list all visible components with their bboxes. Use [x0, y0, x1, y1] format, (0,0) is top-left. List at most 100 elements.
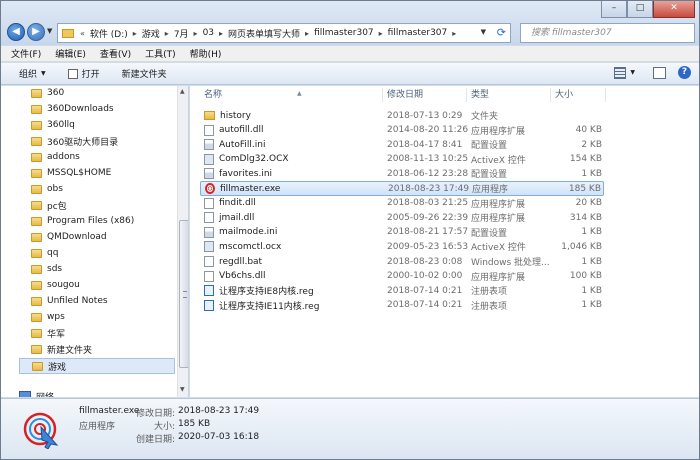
scroll-down-icon[interactable]: ▼	[180, 386, 185, 393]
breadcrumb-separator-icon[interactable]: ▸	[450, 29, 458, 38]
nav-item-pc-pack[interactable]: pc包	[31, 197, 67, 213]
file-row[interactable]: fillmaster.exe 2018-08-23 17:49 应用程序 185 KB	[200, 181, 604, 196]
file-row[interactable]: AutoFill.ini 2018-04-17 8:41 配置设置 2 KB	[200, 137, 604, 152]
refresh-icon[interactable]: ⟳	[497, 26, 506, 39]
nav-item-addons[interactable]: addons	[31, 149, 80, 165]
column-header-size[interactable]: 大小	[551, 88, 606, 102]
nav-item-games[interactable]: 游戏	[19, 358, 175, 374]
column-header-label: 名称	[204, 90, 223, 100]
nav-item-label: 360	[47, 88, 65, 98]
view-options-chevron-icon[interactable]: ▼	[630, 69, 635, 76]
nav-item-unfiled-notes[interactable]: Unfiled Notes	[31, 293, 108, 309]
preview-pane-icon[interactable]	[653, 66, 666, 79]
menu-bar: 文件(F) 编辑(E) 查看(V) 工具(T) 帮助(H)	[1, 46, 699, 62]
breadcrumb-separator-icon[interactable]: ▸	[377, 29, 385, 38]
menu-view[interactable]: 查看(V)	[100, 47, 131, 60]
nav-item-qq[interactable]: qq	[31, 245, 58, 261]
organize-label: 组织	[19, 70, 38, 80]
nav-scrollbar[interactable]: ▲ ▼	[177, 86, 188, 397]
file-size: 185 KB	[568, 183, 601, 194]
nav-item-360[interactable]: 360	[31, 86, 64, 101]
file-row[interactable]: history 2018-07-13 0:29 文件夹	[200, 108, 604, 123]
file-row[interactable]: findit.dll 2018-08-03 21:25 应用程序扩展 20 KB	[200, 196, 604, 211]
breadcrumb-separator-icon[interactable]: ▸	[163, 29, 171, 38]
file-row[interactable]: 让程序支持IE11内核.reg 2018-07-14 0:21 注册表项 1 KB	[200, 298, 604, 313]
breadcrumb-drive[interactable]: 软件 (D:)	[87, 27, 131, 40]
file-row[interactable]: 让程序支持IE8内核.reg 2018-07-14 0:21 注册表项 1 KB	[200, 283, 604, 298]
menu-file[interactable]: 文件(F)	[11, 47, 41, 60]
new-folder-button[interactable]: 新建文件夹	[122, 67, 167, 80]
breadcrumb-form-filler[interactable]: 网页表单填写大师	[225, 27, 303, 40]
details-created-value: 2020-07-03 16:18	[178, 432, 260, 442]
address-bar[interactable]: « 软件 (D:) ▸ 游戏 ▸ 7月 ▸ 03 ▸ 网页表单填写大师 ▸ fi…	[57, 23, 511, 43]
file-row[interactable]: regdll.bat 2018-08-23 0:08 Windows 批处理... 1…	[200, 254, 604, 269]
help-icon[interactable]: ?	[678, 66, 691, 79]
menu-tools[interactable]: 工具(T)	[145, 47, 176, 60]
open-button[interactable]: 打开	[67, 67, 100, 80]
back-button[interactable]: ◀	[7, 23, 25, 41]
breadcrumb-separator-icon[interactable]: ▸	[192, 29, 200, 38]
column-header-name[interactable]: 名称 ▲	[200, 88, 383, 102]
menu-edit[interactable]: 编辑(E)	[55, 47, 86, 60]
file-size: 314 KB	[569, 212, 602, 223]
organize-button[interactable]: 组织 ▼	[19, 67, 46, 80]
scroll-up-icon[interactable]: ▲	[180, 88, 185, 95]
nav-item-sougou[interactable]: sougou	[31, 277, 80, 293]
file-date: 2018-06-12 23:28	[387, 168, 469, 179]
reg-icon	[204, 285, 214, 297]
column-header-type[interactable]: 类型	[467, 88, 551, 102]
chevron-down-icon: ▼	[41, 70, 46, 77]
nav-item-360llq[interactable]: 360llq	[31, 117, 75, 133]
search-input[interactable]: 搜索 fillmaster307	[520, 23, 695, 43]
file-date: 2018-07-14 0:21	[387, 285, 463, 296]
nav-item-sds[interactable]: sds	[31, 261, 62, 277]
file-row[interactable]: ComDlg32.OCX 2008-11-13 10:25 ActiveX 控件 15…	[200, 152, 604, 167]
address-dropdown-icon[interactable]: ▼	[481, 28, 486, 36]
nav-item-new-folder[interactable]: 新建文件夹	[31, 341, 92, 357]
file-size: 20 KB	[575, 198, 602, 209]
nav-item-network[interactable]: 网络	[19, 388, 54, 397]
file-name: mscomctl.ocx	[219, 241, 282, 252]
breadcrumb-fillmaster307-current[interactable]: fillmaster307	[385, 28, 451, 38]
change-view-icon[interactable]	[614, 66, 627, 79]
column-header-date[interactable]: 修改日期	[383, 88, 467, 102]
file-name: Vb6chs.dll	[219, 271, 266, 282]
nav-item-360downloads[interactable]: 360Downloads	[31, 101, 114, 117]
scrollbar-thumb[interactable]	[179, 220, 188, 368]
nav-item-mssql-home[interactable]: MSSQL$HOME	[31, 165, 111, 181]
breadcrumb-games[interactable]: 游戏	[139, 27, 163, 40]
file-row[interactable]: Vb6chs.dll 2000-10-02 0:00 应用程序扩展 100 KB	[200, 269, 604, 284]
minimize-button[interactable]: –	[601, 1, 627, 18]
file-row[interactable]: autofill.dll 2014-08-20 11:26 应用程序扩展 40 KB	[200, 123, 604, 138]
breadcrumb-separator-icon[interactable]: ▸	[131, 29, 139, 38]
nav-item-obs[interactable]: obs	[31, 181, 63, 197]
breadcrumb-separator-icon[interactable]: ▸	[303, 29, 311, 38]
navigation-pane: 360 360Downloads 360llq 360驱动大师目录 addons…	[1, 86, 189, 397]
file-name-cell: jmail.dll	[204, 212, 384, 224]
folder-icon	[31, 216, 42, 226]
recent-pages-dropdown-icon[interactable]: ▼	[47, 27, 55, 37]
nav-item-360-driver[interactable]: 360驱动大师目录	[31, 133, 118, 149]
file-date: 2018-07-14 0:21	[387, 300, 463, 311]
close-button[interactable]: ✕	[653, 1, 695, 18]
file-type: 应用程序扩展	[471, 126, 526, 137]
file-row[interactable]: favorites.ini 2018-06-12 23:28 配置设置 1 KB	[200, 166, 604, 181]
nav-item-wps[interactable]: wps	[31, 309, 65, 325]
nav-item-program-files-x86[interactable]: Program Files (x86)	[31, 213, 134, 229]
breadcrumb-03[interactable]: 03	[200, 28, 217, 38]
folder-icon	[62, 28, 74, 38]
overflow-chevron-icon[interactable]: «	[78, 29, 87, 38]
breadcrumb-july[interactable]: 7月	[171, 27, 192, 40]
file-row[interactable]: mailmode.ini 2018-08-21 17:57 配置设置 1 KB	[200, 225, 604, 240]
forward-button[interactable]: ▶	[27, 23, 45, 41]
file-row[interactable]: jmail.dll 2005-09-26 22:39 应用程序扩展 314 KB	[200, 210, 604, 225]
nav-item-qmdownload[interactable]: QMDownload	[31, 229, 107, 245]
exe-icon	[205, 183, 215, 194]
folder-icon	[31, 312, 42, 322]
breadcrumb-fillmaster307-parent[interactable]: fillmaster307	[311, 28, 377, 38]
maximize-button[interactable]: □	[627, 1, 653, 18]
nav-item-huajun[interactable]: 华军	[31, 325, 65, 341]
file-row[interactable]: mscomctl.ocx 2009-05-23 16:53 ActiveX 控件 1,…	[200, 239, 604, 254]
breadcrumb-separator-icon[interactable]: ▸	[217, 29, 225, 38]
menu-help[interactable]: 帮助(H)	[190, 47, 222, 60]
